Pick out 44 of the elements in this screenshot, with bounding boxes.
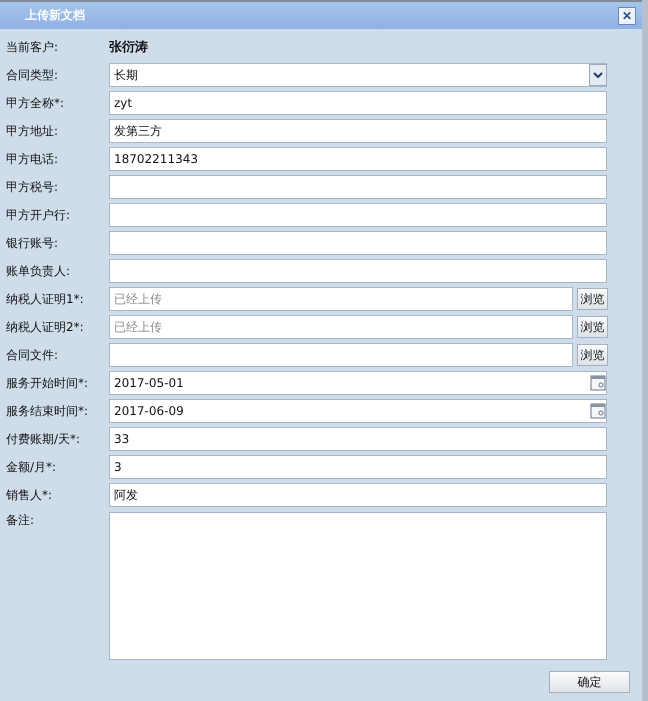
browse-button[interactable]: 浏览 <box>577 344 608 366</box>
close-button[interactable]: ✕ <box>618 6 636 24</box>
confirm-button[interactable]: 确定 <box>549 671 630 693</box>
file-path-field[interactable] <box>109 343 573 367</box>
file-path-field[interactable]: 已经上传 <box>109 315 573 339</box>
text-field[interactable]: 3 <box>109 455 607 479</box>
text-field[interactable] <box>109 259 607 283</box>
field-label: 甲方开户行: <box>6 206 72 224</box>
text-field[interactable]: 发第三方 <box>109 119 607 143</box>
text-field[interactable] <box>109 231 607 255</box>
field-label: 当前客户: <box>6 38 60 56</box>
field-label: 甲方地址: <box>6 122 60 140</box>
field-label: 合同类型: <box>6 66 60 84</box>
text-field[interactable]: 33 <box>109 427 607 451</box>
field-label: 账单负责人: <box>6 262 72 280</box>
field-label: 合同文件: <box>6 346 60 364</box>
calendar-icon[interactable] <box>590 402 606 420</box>
browse-button[interactable]: 浏览 <box>577 316 608 338</box>
field-label: 银行账号: <box>6 234 60 252</box>
field-label: 甲方税号: <box>6 178 60 196</box>
field-label: 甲方电话: <box>6 150 60 168</box>
field-label: 纳税人证明1*: <box>6 290 85 308</box>
field-label: 纳税人证明2*: <box>6 318 85 336</box>
window-title: 上传新文档 <box>25 7 85 24</box>
browse-button[interactable]: 浏览 <box>577 288 608 310</box>
contract-type-dropdown[interactable]: 长期 <box>109 63 607 87</box>
field-label: 服务开始时间*: <box>6 374 90 392</box>
text-field[interactable]: 阿发 <box>109 483 607 507</box>
text-field[interactable] <box>109 203 607 227</box>
date-field[interactable]: 2017-06-09 <box>109 399 607 423</box>
field-label: 服务结束时间*: <box>6 402 90 420</box>
field-label: 备注: <box>6 512 36 529</box>
text-field[interactable] <box>109 175 607 199</box>
field-label: 付费账期/天*: <box>6 430 82 448</box>
text-field[interactable]: zyt <box>109 91 607 115</box>
calendar-icon[interactable] <box>590 374 606 392</box>
text-field[interactable]: 18702211343 <box>109 147 607 171</box>
chevron-down-icon[interactable] <box>589 64 607 86</box>
field-label: 销售人*: <box>6 486 54 504</box>
file-path-field[interactable]: 已经上传 <box>109 287 573 311</box>
field-label: 甲方全称*: <box>6 94 66 112</box>
date-field[interactable]: 2017-05-01 <box>109 371 607 395</box>
customer-name: 张衍涛 <box>109 39 148 56</box>
field-label: 金额/月*: <box>6 458 58 476</box>
